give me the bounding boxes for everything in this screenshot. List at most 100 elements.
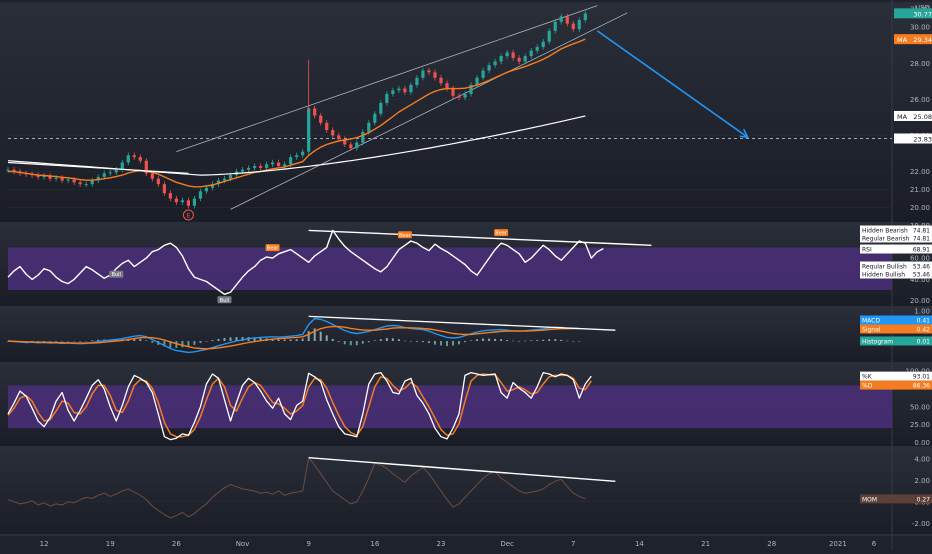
x-axis-label: 7: [571, 540, 575, 548]
candle-body: [168, 193, 172, 199]
candle-body: [90, 180, 94, 185]
macd-histogram-bar: [373, 340, 376, 341]
x-axis-label: 26: [172, 540, 181, 548]
macd-histogram-bar: [145, 340, 148, 341]
candle-body: [583, 13, 587, 21]
candle-body: [54, 177, 58, 179]
rsi-marker-text: Bear: [495, 231, 508, 237]
candle-body: [523, 56, 527, 62]
candle-body: [373, 113, 377, 123]
rsi-label-text: Regular Bullish: [862, 264, 907, 271]
x-axis-label: 21: [701, 540, 710, 548]
candle-body: [397, 88, 401, 91]
stoch-tick-label: 25.00: [910, 421, 930, 429]
candle-body: [535, 47, 539, 51]
macd-histogram-bar: [355, 341, 358, 346]
macd-histogram-bar: [361, 341, 364, 344]
rsi-label: Regular Bearish 74.81: [860, 233, 932, 243]
macd-histogram-bar: [512, 340, 515, 342]
candle-body: [60, 177, 64, 181]
candle-body: [6, 169, 10, 171]
rsi-label-text: Hidden Bearish: [862, 228, 908, 235]
candle-body: [421, 70, 425, 78]
earnings-marker-text: E: [187, 213, 191, 220]
candle-body: [541, 41, 545, 48]
candle-body: [331, 130, 335, 136]
candle-body: [493, 61, 497, 66]
macd-histogram-bar: [385, 338, 388, 341]
macd-histogram-bar: [301, 338, 304, 341]
candle-body: [307, 108, 311, 152]
x-axis-label: 19: [106, 540, 115, 548]
macd-label-text: Histogram: [862, 339, 893, 346]
candle-body: [222, 178, 227, 181]
macd-histogram-bar: [205, 341, 208, 342]
macd-histogram-bar: [79, 341, 82, 342]
macd-histogram-bar: [67, 341, 70, 342]
macd-label-value: 0.01: [917, 339, 931, 346]
macd-histogram-bar: [566, 340, 569, 342]
candle-body: [295, 155, 299, 158]
macd-histogram-bar: [439, 341, 442, 346]
macd-histogram-bar: [139, 338, 142, 341]
macd-histogram-bar: [151, 341, 154, 343]
macd-histogram-bar: [229, 337, 232, 341]
macd-histogram-bar: [367, 341, 370, 343]
candle-body: [445, 83, 449, 89]
macd-histogram-bar: [536, 340, 539, 341]
candle-body: [325, 122, 329, 131]
candle-body: [84, 184, 88, 186]
macd-histogram-bar: [211, 340, 214, 341]
candle-body: [192, 198, 197, 206]
x-axis-label: Nov: [236, 540, 250, 548]
x-axis-label: 16: [370, 540, 379, 548]
rsi-label-text: RSI: [862, 247, 872, 254]
macd-histogram-bar: [488, 338, 491, 341]
candle-body: [403, 88, 407, 93]
macd-label-text: Signal: [862, 327, 881, 334]
dashed-level-tag: 23.83: [894, 133, 932, 144]
macd-histogram-bar: [307, 331, 310, 341]
macd-histogram-bar: [476, 339, 479, 341]
candle-body: [385, 93, 389, 103]
x-axis-label: 2021: [829, 540, 847, 548]
candle-body: [246, 167, 251, 170]
candle-body: [313, 108, 317, 116]
candle-body: [553, 21, 557, 31]
candle-body: [391, 90, 395, 94]
rsi-label-text: Hidden Bullish: [862, 272, 905, 279]
macd-histogram-bar: [464, 341, 467, 343]
candle-body: [433, 72, 437, 78]
candle-body: [499, 56, 503, 62]
candle-body: [427, 70, 431, 73]
candle-body: [505, 52, 509, 57]
candle-body: [457, 95, 461, 98]
candle-body: [198, 191, 203, 199]
rsi-marker-text: Bull: [220, 298, 229, 304]
macd-label: MACD 0.41: [860, 315, 932, 325]
candle-body: [156, 178, 160, 185]
x-axis-label: 9: [306, 540, 310, 548]
mom-label-value: 0.27: [917, 496, 931, 503]
macd-histogram-bar: [283, 339, 286, 341]
candle-body: [355, 142, 359, 149]
candle-body: [72, 179, 76, 183]
macd-histogram-bar: [199, 341, 202, 344]
candle-body: [577, 20, 581, 30]
candle-body: [571, 23, 575, 30]
macd-histogram-bar: [391, 338, 394, 341]
ma-slow-tag: 25.08 MA: [894, 110, 932, 121]
rsi-label-value: 74.81: [913, 228, 930, 235]
stoch-k-label: %K 93.01: [860, 371, 932, 381]
chart-svg[interactable]: USD31.0030.0028.0026.0024.0022.0021.0020…: [0, 0, 932, 550]
macd-histogram-bar: [379, 339, 382, 341]
candle-body: [150, 173, 154, 179]
macd-histogram-bar: [181, 341, 184, 348]
candle-body: [451, 88, 455, 96]
rsi-tick-label: 20.00: [910, 297, 930, 305]
mom-tick-label: -2.00: [912, 520, 930, 528]
ma-fast-tag-value: 29.34: [913, 36, 932, 44]
mom-label-text: MOM: [862, 496, 877, 503]
mom-tick-label: 4.00: [914, 455, 930, 463]
macd-histogram-bar: [403, 340, 406, 342]
